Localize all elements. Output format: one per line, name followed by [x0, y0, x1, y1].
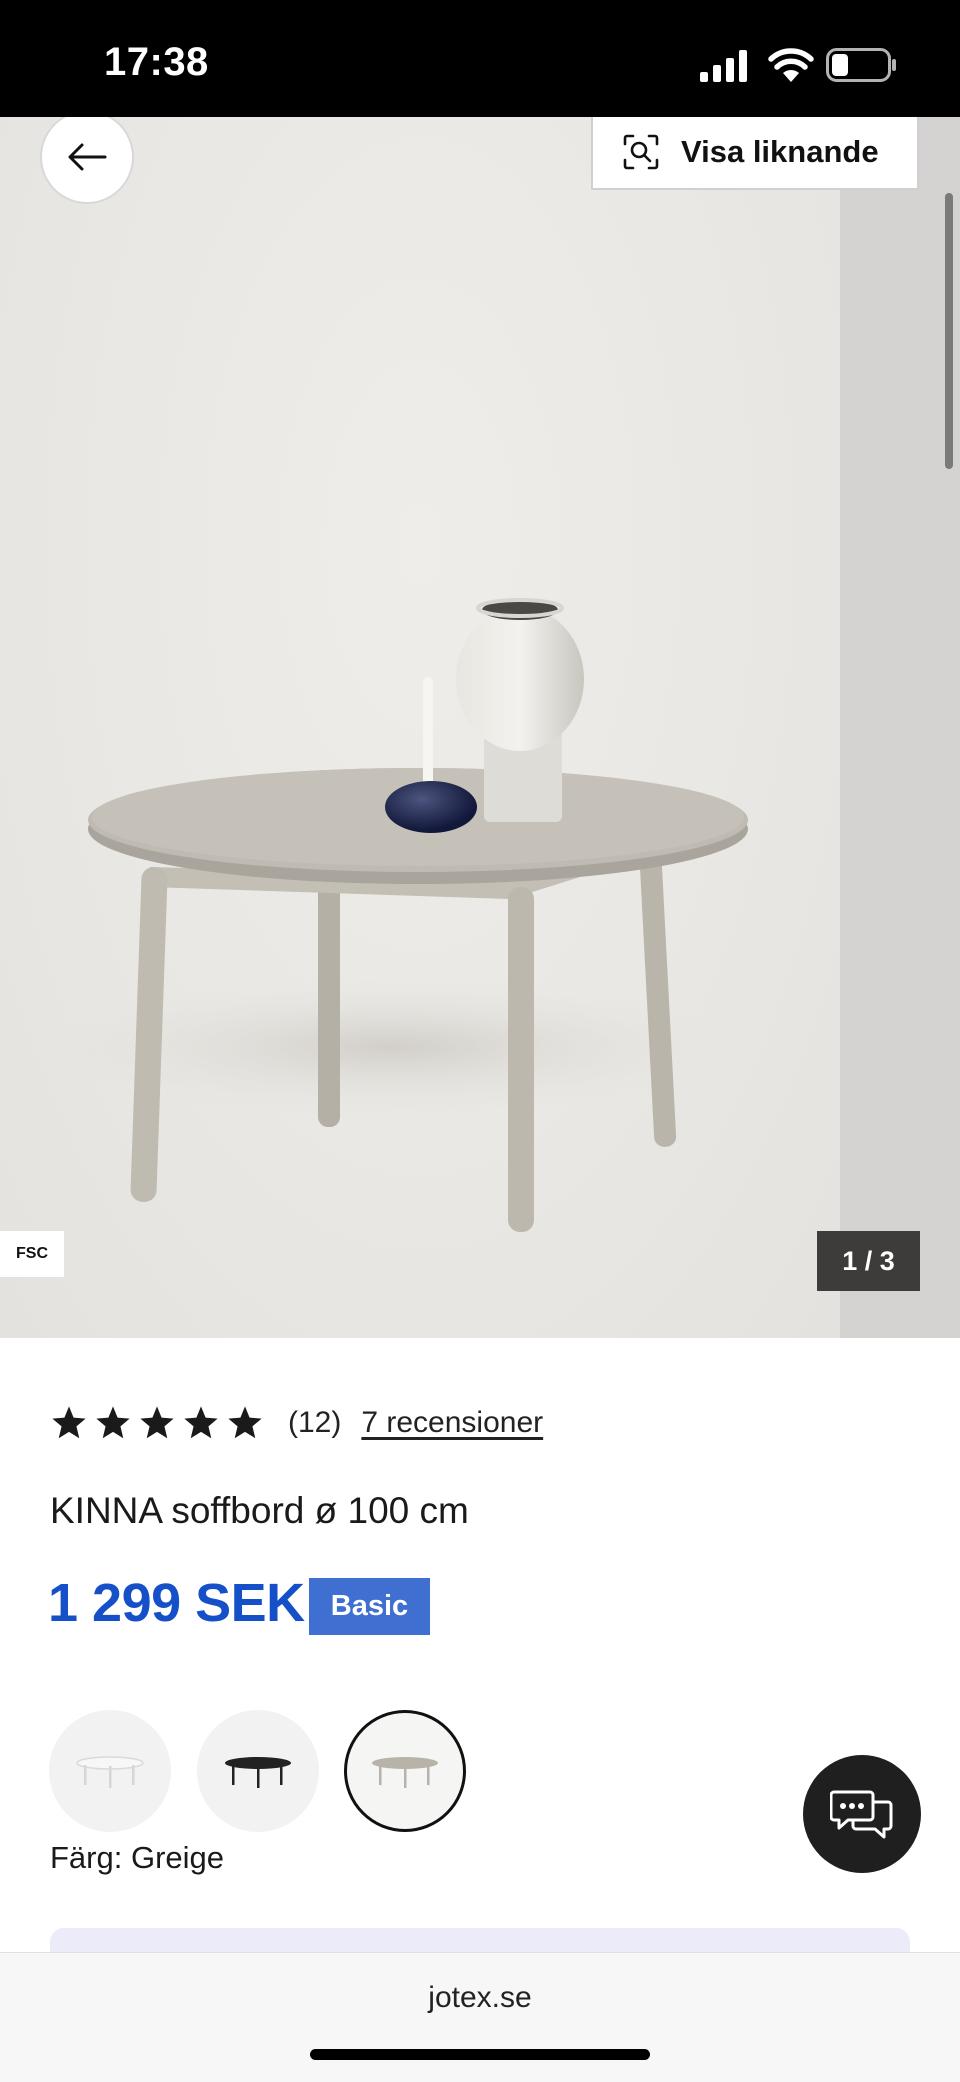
home-indicator[interactable]	[310, 2049, 650, 2060]
coffee-table-photo	[30, 598, 750, 1232]
rating-row: (12) 7 recensioner	[50, 1400, 543, 1446]
arrow-left-icon	[68, 143, 107, 171]
visual-search-button[interactable]: Visa liknande	[591, 117, 919, 190]
url-text[interactable]: jotex.se	[0, 1981, 960, 2015]
status-bar: 17:38	[0, 0, 960, 117]
color-swatch-white[interactable]	[49, 1710, 171, 1832]
star-rating	[50, 1404, 264, 1442]
selected-color-label: Färg: Greige	[50, 1840, 225, 1875]
visual-search-icon	[623, 134, 659, 170]
product-image-gallery[interactable]: Visa liknande FSC 1 / 3	[0, 117, 960, 1338]
star-icon	[184, 1406, 218, 1439]
chat-button[interactable]	[803, 1755, 921, 1873]
star-icon	[228, 1406, 262, 1439]
fsc-badge: FSC	[0, 1231, 64, 1277]
white-table-swatch-image	[76, 1756, 144, 1788]
cellular-signal-icon	[700, 50, 747, 82]
scrollbar[interactable]	[945, 193, 953, 469]
wifi-icon	[768, 48, 814, 82]
star-icon	[140, 1406, 174, 1439]
next-image-preview[interactable]	[840, 117, 960, 1338]
browser-address-bar[interactable]: jotex.se	[0, 1952, 960, 2082]
star-icon	[52, 1406, 86, 1439]
color-swatch-greige[interactable]	[344, 1710, 466, 1832]
black-table-swatch-image	[225, 1757, 291, 1788]
reviews-link[interactable]: 7 recensioner	[361, 1406, 543, 1440]
product-title: KINNA soffbord ø 100 cm	[50, 1490, 469, 1531]
star-icon	[96, 1406, 130, 1439]
price-badge: Basic	[309, 1578, 430, 1635]
chat-bubbles-icon	[830, 1790, 893, 1839]
greige-table-swatch-image	[372, 1757, 438, 1788]
color-swatch-black[interactable]	[197, 1710, 319, 1832]
product-image[interactable]	[0, 117, 840, 1338]
image-page-counter: 1 / 3	[817, 1231, 920, 1291]
product-price: 1 299 SEK	[48, 1573, 305, 1633]
rating-count: (12)	[288, 1406, 342, 1439]
status-time: 17:38	[104, 40, 209, 84]
visual-search-label: Visa liknande	[681, 134, 879, 169]
battery-icon	[826, 48, 896, 82]
